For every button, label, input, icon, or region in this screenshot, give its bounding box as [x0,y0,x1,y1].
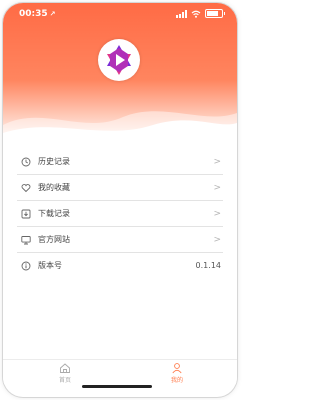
settings-menu: 历史记录 > 我的收藏 > 下载记录 > 官方网站 > 版本号 0.1.14 [17,149,223,278]
clock-icon [21,157,31,166]
status-time: 00:35 ↗ [19,9,56,19]
play-hexagram-logo-icon [107,45,131,75]
location-arrow-icon: ↗ [49,10,56,18]
chevron-right-icon: > [213,182,221,193]
version-value: 0.1.14 [195,261,221,270]
menu-item-version: 版本号 0.1.14 [17,253,223,278]
menu-item-history[interactable]: 历史记录 > [17,149,223,175]
chevron-right-icon: > [213,234,221,245]
home-icon [60,363,70,373]
menu-item-downloads[interactable]: 下载记录 > [17,201,223,227]
download-icon [21,209,31,218]
menu-item-favorites[interactable]: 我的收藏 > [17,175,223,201]
menu-item-label: 版本号 [38,261,62,270]
menu-item-label: 官方网站 [38,235,70,244]
chevron-right-icon: > [213,156,221,167]
menu-item-website[interactable]: 官方网站 > [17,227,223,253]
tab-label: 首页 [58,377,71,384]
tab-bar: 首页 我的 [3,359,237,384]
tab-label: 我的 [170,377,183,384]
battery-icon [205,9,225,18]
tab-home[interactable]: 首页 [45,362,85,384]
menu-item-label: 我的收藏 [38,183,70,192]
phone-screen: 00:35 ↗ 历史记录 > 我的收藏 > 下载记录 > 官方网站 > 版本号 … [3,3,237,397]
signal-icon [176,9,187,18]
menu-item-label: 下载记录 [38,209,70,218]
menu-item-label: 历史记录 [38,157,70,166]
app-logo [98,39,140,81]
header-wave [3,111,237,145]
tab-mine[interactable]: 我的 [157,362,197,384]
status-icons [176,9,225,18]
monitor-icon [21,235,31,244]
status-time-text: 00:35 [19,9,48,19]
chevron-right-icon: > [213,208,221,219]
info-icon [21,261,31,270]
status-bar: 00:35 ↗ [3,3,237,25]
heart-icon [21,183,31,192]
wifi-icon [191,10,201,18]
home-indicator [82,385,152,388]
user-icon [172,363,182,374]
